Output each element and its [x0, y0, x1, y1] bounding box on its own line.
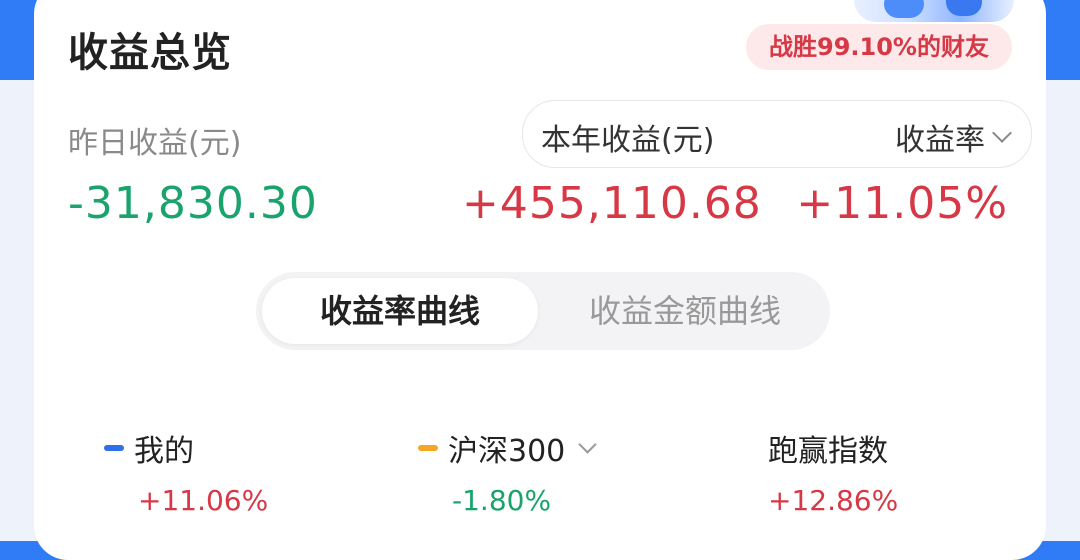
ranking-badge[interactable]: 战胜99.10%的财友	[746, 24, 1012, 70]
chevron-down-icon	[992, 123, 1012, 143]
year-earnings-label: 本年收益(元)	[541, 123, 715, 158]
chevron-down-icon	[578, 434, 597, 454]
rate-value: +11.05%	[796, 178, 1008, 229]
legend-name-csi300: 沪深300	[448, 434, 566, 469]
year-earnings-header: 本年收益(元) 收益率	[522, 100, 1032, 168]
tab-rate-curve[interactable]: 收益率曲线	[262, 278, 538, 344]
rate-dropdown[interactable]: 收益率	[895, 115, 1012, 159]
yesterday-earnings-label: 昨日收益(元)	[68, 126, 242, 161]
legend-value-csi300: -1.80%	[452, 484, 552, 517]
legend-item-mine[interactable]: 我的 +11.06%	[104, 426, 268, 517]
rate-dropdown-label: 收益率	[895, 123, 985, 158]
mascot-illustration	[854, 0, 1014, 22]
curve-type-switch: 收益率曲线 收益金额曲线	[256, 272, 830, 350]
card-title: 收益总览	[68, 30, 232, 76]
legend-item-csi300[interactable]: 沪深300 -1.80%	[418, 426, 597, 517]
legend-value-outperform: +12.86%	[768, 484, 899, 517]
legend-name-outperform: 跑赢指数	[768, 434, 888, 469]
orange-line-marker-icon	[418, 445, 438, 451]
legend-name-mine: 我的	[134, 434, 194, 469]
tab-amount-curve[interactable]: 收益金额曲线	[550, 278, 820, 344]
mascot-body	[946, 0, 982, 16]
year-earnings-value: +455,110.68	[462, 178, 762, 229]
legend-value-mine: +11.06%	[138, 484, 269, 517]
legend-item-outperform: 跑赢指数 +12.86%	[768, 426, 898, 517]
yesterday-earnings-value: -31,830.30	[68, 178, 318, 229]
blue-line-marker-icon	[104, 445, 124, 451]
mascot-arm	[884, 0, 924, 18]
